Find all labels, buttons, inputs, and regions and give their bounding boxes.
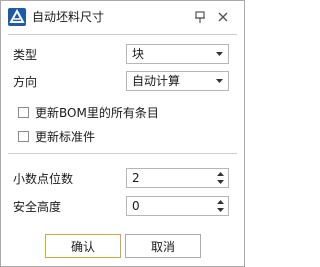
- dialog-title: 自动坯料尺寸: [32, 10, 105, 24]
- spin-arrows-icon[interactable]: [217, 171, 224, 185]
- close-icon[interactable]: [215, 9, 231, 25]
- decimals-stepper[interactable]: 2: [126, 168, 229, 188]
- safe-height-value: 0: [132, 199, 140, 213]
- cancel-button[interactable]: 取消: [125, 234, 201, 258]
- chevron-down-icon: [216, 79, 223, 83]
- chevron-down-icon: [216, 52, 223, 56]
- update-standard-checkbox[interactable]: [18, 131, 29, 142]
- auto-stock-size-dialog: 自动坯料尺寸 类型 块 方向 自动计算 更新BOM里的所有条目 更新标准件 小数…: [0, 0, 245, 267]
- direction-value: 自动计算: [132, 74, 181, 88]
- decimals-label: 小数点位数: [13, 172, 74, 186]
- type-dropdown[interactable]: 块: [126, 44, 229, 64]
- ok-button[interactable]: 确认: [45, 234, 121, 258]
- safe-height-label: 安全高度: [13, 200, 62, 214]
- update-bom-checkbox[interactable]: [18, 107, 29, 118]
- spin-arrows-icon[interactable]: [217, 199, 224, 213]
- pin-icon[interactable]: [192, 9, 208, 25]
- divider-middle: [8, 153, 237, 154]
- update-standard-label: 更新标准件: [35, 130, 96, 144]
- title-bar[interactable]: 自动坯料尺寸: [1, 1, 244, 33]
- update-bom-label: 更新BOM里的所有条目: [35, 106, 159, 120]
- divider-top: [8, 34, 237, 35]
- type-value: 块: [132, 47, 145, 61]
- safe-height-stepper[interactable]: 0: [126, 196, 229, 216]
- type-label: 类型: [13, 48, 38, 62]
- direction-label: 方向: [13, 75, 38, 89]
- app-logo-icon: [8, 8, 26, 26]
- direction-dropdown[interactable]: 自动计算: [126, 71, 229, 91]
- decimals-value: 2: [132, 171, 140, 185]
